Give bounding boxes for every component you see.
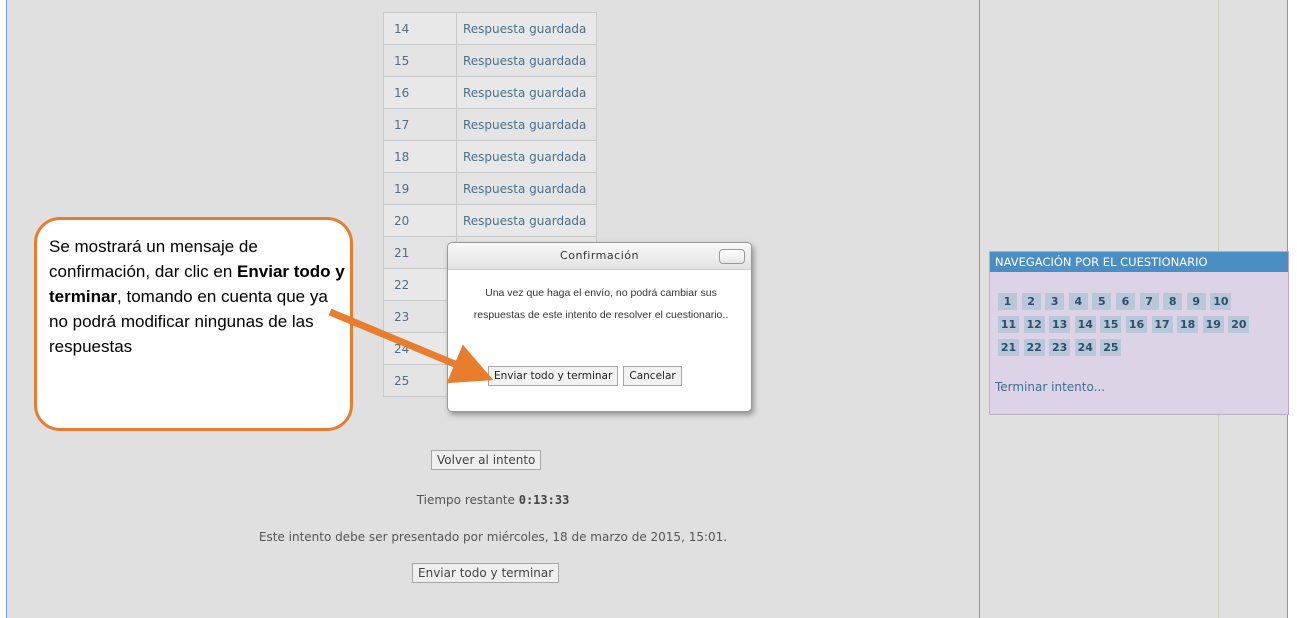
table-row: 16 Respuesta guardada bbox=[383, 76, 597, 109]
nav-question-button[interactable]: 2 bbox=[1021, 293, 1041, 310]
time-remaining-value: 0:13:33 bbox=[518, 493, 570, 507]
submit-all-button[interactable]: Enviar todo y terminar bbox=[412, 563, 560, 583]
close-icon[interactable] bbox=[719, 249, 745, 264]
callout-line1: Se mostrará un mensaje de confirmación, … bbox=[49, 237, 258, 281]
cancel-button[interactable]: Cancelar bbox=[623, 366, 682, 386]
nav-row: 21 22 23 24 25 bbox=[998, 336, 1254, 359]
quiz-navigation-block: NAVEGACIÓN POR EL CUESTIONARIO 123456789… bbox=[989, 251, 1289, 415]
nav-question-button[interactable]: 16 bbox=[1125, 316, 1147, 333]
quiz-navigation-heading: NAVEGACIÓN POR EL CUESTIONARIO bbox=[990, 252, 1288, 272]
table-row: 19 Respuesta guardada bbox=[383, 172, 597, 205]
nav-question-button[interactable]: 7 bbox=[1139, 293, 1159, 310]
nav-question-button[interactable]: 5 bbox=[1092, 293, 1112, 310]
question-status: Respuesta guardada bbox=[456, 108, 597, 141]
deadline-text: Este intento debe ser presentado por mié… bbox=[258, 530, 728, 544]
nav-question-button[interactable]: 13 bbox=[1049, 316, 1071, 333]
nav-question-button[interactable]: 22 bbox=[1023, 339, 1045, 356]
confirm-submit-button[interactable]: Enviar todo y terminar bbox=[488, 366, 619, 386]
dialog-title: Confirmación bbox=[448, 243, 751, 270]
question-number[interactable]: 22 bbox=[383, 268, 457, 301]
table-row: 20 Respuesta guardada bbox=[383, 204, 597, 237]
question-number[interactable]: 23 bbox=[383, 300, 457, 333]
nav-question-button[interactable]: 24 bbox=[1074, 339, 1096, 356]
nav-question-button[interactable]: 19 bbox=[1202, 316, 1224, 333]
time-remaining: Tiempo restante 0:13:33 bbox=[7, 493, 979, 507]
question-number[interactable]: 24 bbox=[383, 332, 457, 365]
back-to-attempt-button[interactable]: Volver al intento bbox=[431, 450, 542, 470]
nav-question-button[interactable]: 17 bbox=[1151, 316, 1173, 333]
nav-question-button[interactable]: 3 bbox=[1045, 293, 1065, 310]
callout-text: Se mostrará un mensaje de confirmación, … bbox=[49, 234, 349, 359]
question-number[interactable]: 15 bbox=[383, 44, 457, 77]
nav-question-button[interactable]: 1 bbox=[998, 293, 1017, 310]
nav-question-button[interactable]: 23 bbox=[1049, 339, 1071, 356]
table-row: 14 Respuesta guardada bbox=[383, 12, 597, 45]
dialog-message: Una vez que haga el envío, no podrá camb… bbox=[473, 287, 729, 321]
question-number[interactable]: 19 bbox=[383, 172, 457, 205]
question-status: Respuesta guardada bbox=[456, 76, 597, 109]
question-status: Respuesta guardada bbox=[456, 204, 597, 237]
nav-row: 1 2 3 4 5 6 7 8 9 10 bbox=[998, 290, 1254, 313]
table-row: 17 Respuesta guardada bbox=[383, 108, 597, 141]
nav-question-button[interactable]: 8 bbox=[1163, 293, 1183, 310]
nav-question-button[interactable]: 10 bbox=[1210, 293, 1232, 310]
table-row: 18 Respuesta guardada bbox=[383, 140, 597, 173]
question-number[interactable]: 17 bbox=[383, 108, 457, 141]
nav-question-button[interactable]: 15 bbox=[1100, 316, 1122, 333]
question-number[interactable]: 16 bbox=[383, 76, 457, 109]
dialog-buttons: Enviar todo y terminar Cancelar bbox=[488, 364, 682, 386]
quiz-navigation-grid: 1 2 3 4 5 6 7 8 9 10 11 12 13 14 15 16 17 18 19 20 21 22 23 24 2… bbox=[998, 290, 1254, 359]
time-remaining-label: Tiempo restante bbox=[416, 493, 515, 507]
confirmation-dialog: Confirmación Una vez que haga el envío, … bbox=[447, 242, 752, 412]
nav-row: 11 12 13 14 15 16 17 18 19 20 bbox=[998, 313, 1254, 336]
question-number[interactable]: 14 bbox=[383, 12, 457, 45]
instruction-callout: Se mostrará un mensaje de confirmación, … bbox=[34, 217, 353, 431]
nav-question-button[interactable]: 11 bbox=[998, 316, 1019, 333]
nav-question-button[interactable]: 4 bbox=[1068, 293, 1088, 310]
nav-question-button[interactable]: 21 bbox=[998, 339, 1019, 356]
question-number[interactable]: 21 bbox=[383, 236, 457, 269]
finish-attempt-link[interactable]: Terminar intento... bbox=[995, 380, 1105, 394]
question-status: Respuesta guardada bbox=[456, 44, 597, 77]
nav-question-button[interactable]: 14 bbox=[1074, 316, 1096, 333]
table-row: 15 Respuesta guardada bbox=[383, 44, 597, 77]
question-number[interactable]: 18 bbox=[383, 140, 457, 173]
question-status: Respuesta guardada bbox=[456, 140, 597, 173]
nav-question-button[interactable]: 18 bbox=[1177, 316, 1199, 333]
question-status: Respuesta guardada bbox=[456, 12, 597, 45]
nav-question-button[interactable]: 9 bbox=[1186, 293, 1206, 310]
nav-question-button[interactable]: 6 bbox=[1115, 293, 1135, 310]
question-status: Respuesta guardada bbox=[456, 172, 597, 205]
question-number[interactable]: 25 bbox=[383, 364, 457, 397]
nav-question-button[interactable]: 25 bbox=[1100, 339, 1122, 356]
nav-question-button[interactable]: 12 bbox=[1023, 316, 1045, 333]
question-number[interactable]: 20 bbox=[383, 204, 457, 237]
nav-question-button[interactable]: 20 bbox=[1228, 316, 1250, 333]
